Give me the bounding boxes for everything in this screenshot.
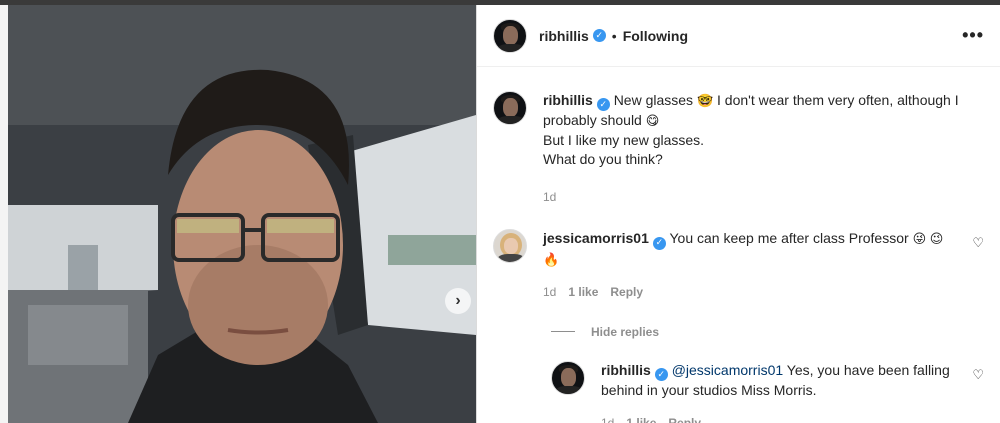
- comment-body: You can keep me after class Professor: [669, 230, 909, 247]
- caption-avatar[interactable]: [493, 91, 527, 125]
- more-options-icon[interactable]: •••: [962, 25, 984, 46]
- reply-reply-button[interactable]: Reply: [668, 414, 701, 423]
- following-button[interactable]: Following: [623, 28, 688, 44]
- reply-avatar[interactable]: [551, 360, 585, 395]
- comment-time[interactable]: 1d: [543, 283, 556, 303]
- comment-likes[interactable]: 1 like: [568, 283, 598, 303]
- divider-line: [551, 331, 575, 332]
- wink-emoji: 😜 😉: [912, 231, 944, 247]
- reply-time[interactable]: 1d: [601, 414, 614, 423]
- like-heart-icon[interactable]: ♡: [972, 235, 984, 251]
- post-header: ribhillis ✓ • Following •••: [477, 5, 1000, 67]
- verified-badge-icon: ✓: [654, 367, 668, 381]
- caption-text: ribhillis ✓ New glasses 🤓 I don't wear th…: [543, 91, 984, 207]
- commenter-avatar[interactable]: [493, 229, 527, 264]
- caption-username[interactable]: ribhillis: [543, 92, 593, 108]
- nerd-emoji: 🤓: [696, 93, 714, 108]
- caption-meta: 1d: [543, 188, 984, 208]
- caption-line3: What do you think?: [543, 151, 663, 168]
- caption-line1: New glasses: [613, 92, 694, 108]
- author-avatar[interactable]: [493, 18, 527, 53]
- reply-username[interactable]: ribhillis: [601, 362, 651, 378]
- reply-likes[interactable]: 1 like: [626, 414, 656, 423]
- verified-badge-icon: ✓: [596, 98, 610, 112]
- selfie-image: [8, 5, 476, 423]
- comment-username[interactable]: jessicamorris01: [543, 230, 649, 246]
- reply-item: ribhillis ✓ @jessicamorris01 Yes, you hav…: [551, 360, 984, 423]
- caption-line2: But I like my new glasses.: [543, 131, 705, 148]
- verified-badge-icon: ✓: [592, 29, 606, 42]
- comments-area: ribhillis ✓ New glasses 🤓 I don't wear th…: [477, 91, 1000, 423]
- mention-link[interactable]: @jessicamorris01: [672, 362, 783, 378]
- hide-replies-toggle[interactable]: Hide replies: [551, 325, 984, 339]
- author-username[interactable]: ribhillis: [539, 28, 589, 44]
- caption: ribhillis ✓ New glasses 🤓 I don't wear th…: [493, 91, 984, 207]
- comment-item: jessicamorris01 ✓ You can keep me after c…: [493, 229, 984, 302]
- like-heart-icon[interactable]: ♡: [972, 367, 984, 383]
- reply-text: ribhillis ✓ @jessicamorris01 Yes, you hav…: [601, 361, 984, 423]
- post-photo: ›: [8, 5, 476, 423]
- comment-meta: 1d 1 like Reply: [543, 283, 954, 303]
- post-detail-panel: ribhillis ✓ • Following ••• ribhillis ✓ N…: [476, 5, 1000, 423]
- fire-emoji: 🔥: [543, 251, 560, 267]
- comment-text: jessicamorris01 ✓ You can keep me after c…: [543, 229, 984, 302]
- reply-meta: 1d 1 like Reply: [601, 414, 954, 423]
- caption-time[interactable]: 1d: [543, 188, 556, 208]
- verified-badge-icon: ✓: [652, 236, 666, 250]
- next-photo-button[interactable]: ›: [445, 288, 471, 314]
- comment-reply-button[interactable]: Reply: [610, 283, 643, 303]
- separator-dot: •: [611, 27, 617, 44]
- hide-replies-label: Hide replies: [591, 324, 660, 339]
- yum-emoji: 😋: [645, 113, 660, 129]
